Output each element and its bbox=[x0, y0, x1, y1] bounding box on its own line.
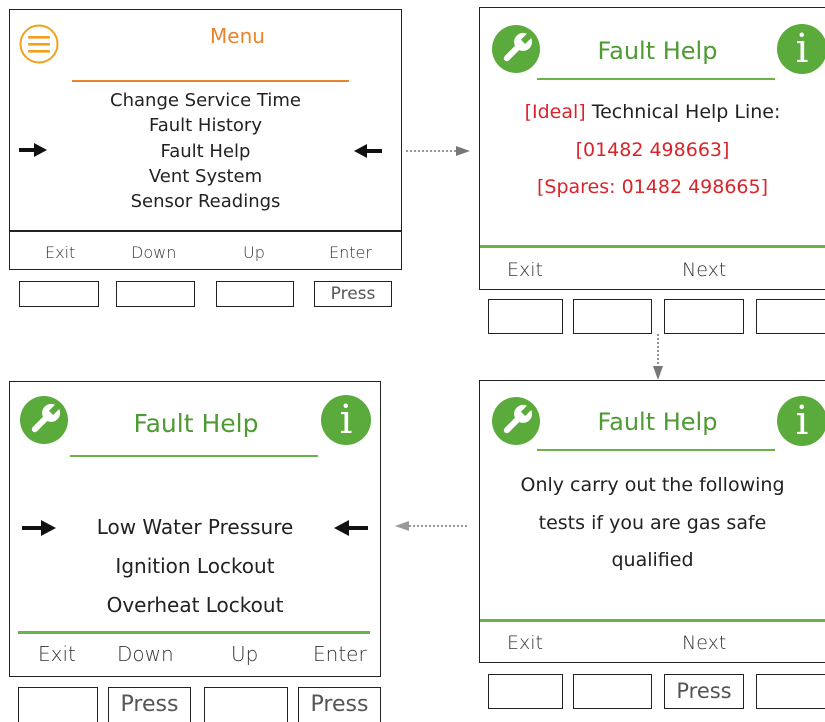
fault-list-exit-button[interactable] bbox=[18, 687, 98, 722]
title-underline bbox=[72, 80, 349, 82]
help-line-number: [01482 498663] bbox=[575, 139, 730, 161]
softkey-label-next: Next bbox=[682, 259, 727, 281]
fault-list-enter-button[interactable]: Press bbox=[298, 687, 381, 722]
warning-next-button[interactable]: Press bbox=[664, 674, 744, 709]
title-underline bbox=[70, 455, 318, 457]
softkey-divider bbox=[480, 245, 825, 248]
menu-down-button[interactable] bbox=[116, 281, 195, 307]
menu-screen: Menu Change Service Time Fault History F… bbox=[9, 9, 402, 270]
warning-button-4[interactable] bbox=[756, 674, 825, 709]
contact-next-button[interactable] bbox=[573, 299, 652, 334]
fault-list-down-button[interactable]: Press bbox=[108, 687, 191, 722]
softkey-label-exit: Exit bbox=[45, 243, 76, 262]
menu-up-button[interactable] bbox=[216, 281, 294, 307]
info-icon[interactable]: i bbox=[777, 24, 825, 74]
menu-item-sensor-readings[interactable]: Sensor Readings bbox=[10, 191, 401, 212]
softkey-label-down: Down bbox=[131, 243, 177, 262]
softkey-label-up: Up bbox=[231, 642, 259, 666]
menu-exit-button[interactable] bbox=[19, 281, 99, 307]
flow-arrow-down bbox=[651, 334, 665, 382]
contact-exit-button[interactable] bbox=[488, 299, 563, 334]
softkey-label-exit: Exit bbox=[38, 642, 76, 666]
title-underline bbox=[537, 449, 775, 451]
selection-arrow-left-icon bbox=[354, 144, 382, 158]
spares-line-number: [Spares: 01482 498665] bbox=[536, 176, 769, 198]
menu-enter-button[interactable]: Press bbox=[314, 281, 392, 307]
manufacturer-name: [Ideal] bbox=[524, 101, 586, 123]
warning-line-2: tests if you are gas safe bbox=[538, 512, 767, 534]
softkey-label-up: Up bbox=[243, 243, 265, 262]
softkey-label-next: Next bbox=[682, 632, 727, 654]
hamburger-menu-icon[interactable] bbox=[19, 24, 59, 64]
fault-item-overheat-lockout[interactable]: Overheat Lockout bbox=[10, 593, 380, 617]
gas-safe-warning-screen: Fault Help i Only carry out the followin… bbox=[479, 380, 825, 663]
fault-item-low-water-pressure[interactable]: Low Water Pressure bbox=[10, 515, 380, 539]
softkey-divider bbox=[18, 631, 370, 634]
fault-list-up-button[interactable] bbox=[204, 687, 288, 722]
warning-line-3: qualified bbox=[611, 549, 694, 571]
menu-item-fault-help[interactable]: Fault Help bbox=[10, 141, 401, 162]
warning-exit-button[interactable] bbox=[488, 674, 563, 709]
info-icon[interactable]: i bbox=[321, 395, 371, 445]
selection-arrow-right-icon bbox=[19, 143, 47, 157]
contact-button-3[interactable] bbox=[664, 299, 744, 334]
flow-arrow-right bbox=[406, 144, 472, 158]
softkey-label-enter: Enter bbox=[329, 243, 372, 262]
warning-button-2[interactable] bbox=[573, 674, 652, 709]
help-line-label: [Ideal] Technical Help Line: bbox=[524, 101, 781, 123]
menu-item-fault-history[interactable]: Fault History bbox=[10, 115, 401, 136]
softkey-label-enter: Enter bbox=[313, 642, 367, 666]
menu-item-change-service-time[interactable]: Change Service Time bbox=[10, 90, 401, 111]
softkey-divider bbox=[480, 619, 825, 622]
menu-item-vent-system[interactable]: Vent System bbox=[10, 166, 401, 187]
title-underline bbox=[537, 78, 775, 80]
selection-arrow-right-icon bbox=[22, 520, 56, 536]
menu-title: Menu bbox=[210, 24, 265, 48]
contact-button-4[interactable] bbox=[756, 299, 825, 334]
fault-list-screen: Fault Help i Low Water Pressure Ignition… bbox=[9, 381, 381, 677]
fault-item-ignition-lockout[interactable]: Ignition Lockout bbox=[10, 554, 380, 578]
softkey-label-exit: Exit bbox=[507, 259, 543, 281]
softkey-label-exit: Exit bbox=[507, 632, 543, 654]
warning-line-1: Only carry out the following bbox=[520, 474, 785, 496]
fault-help-title: Fault Help bbox=[597, 408, 718, 436]
flow-arrow-left bbox=[393, 519, 469, 533]
fault-help-contact-screen: Fault Help i [Ideal] Technical Help Line… bbox=[479, 7, 825, 290]
softkey-divider bbox=[10, 230, 401, 232]
fault-help-title: Fault Help bbox=[597, 37, 718, 65]
info-icon[interactable]: i bbox=[777, 396, 825, 446]
selection-arrow-left-icon bbox=[334, 520, 368, 536]
softkey-label-down: Down bbox=[117, 642, 174, 666]
